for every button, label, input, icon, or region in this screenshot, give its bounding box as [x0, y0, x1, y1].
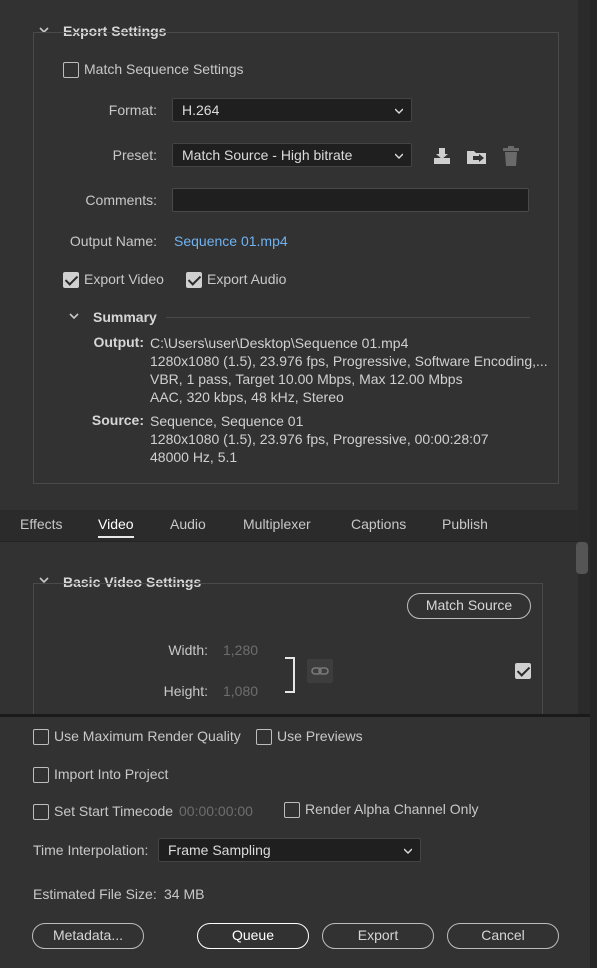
format-label: Format: — [108, 102, 157, 118]
estimated-file-size-label: Estimated File Size: — [33, 886, 157, 902]
summary-divider — [166, 317, 530, 318]
aspect-bracket-icon — [285, 657, 295, 693]
width-value[interactable]: 1,280 — [223, 642, 258, 658]
preset-select[interactable]: Match Source - High bitrate — [172, 143, 412, 167]
set-start-timecode-checkbox[interactable] — [33, 804, 49, 820]
time-interpolation-label: Time Interpolation: — [33, 842, 149, 858]
chevron-down-icon — [395, 153, 403, 159]
render-alpha-label: Render Alpha Channel Only — [305, 801, 479, 817]
max-render-quality-checkbox[interactable] — [33, 729, 49, 745]
import-preset-icon[interactable] — [465, 146, 489, 166]
timecode-field[interactable]: 00:00:00:00 — [179, 803, 253, 819]
summary-output-line: C:\Users\user\Desktop\Sequence 01.mp4 — [150, 335, 409, 351]
summary-output-line: VBR, 1 pass, Target 10.00 Mbps, Max 12.0… — [150, 371, 463, 387]
resize-checkbox[interactable] — [515, 663, 531, 679]
metadata-button[interactable]: Metadata... — [32, 923, 144, 949]
use-previews-checkbox[interactable] — [256, 729, 272, 745]
match-source-button[interactable]: Match Source — [407, 593, 531, 619]
tab-multiplexer[interactable]: Multiplexer — [243, 516, 311, 532]
width-label: Width: — [168, 642, 208, 658]
window-edge — [590, 0, 597, 968]
export-video-checkbox[interactable] — [63, 272, 79, 288]
chevron-down-icon — [404, 848, 412, 854]
max-render-quality-label: Use Maximum Render Quality — [54, 728, 241, 744]
scrollbar-track[interactable] — [578, 0, 590, 714]
height-value[interactable]: 1,080 — [223, 683, 258, 699]
video-settings-area: Basic Video Settings Match Source Width:… — [0, 543, 576, 723]
tab-audio[interactable]: Audio — [170, 516, 206, 532]
delete-preset-icon[interactable] — [501, 145, 521, 167]
tab-captions[interactable]: Captions — [351, 516, 406, 532]
output-name-label: Output Name: — [69, 233, 157, 249]
chevron-down-icon — [395, 108, 403, 114]
use-previews-label: Use Previews — [277, 728, 363, 744]
height-label: Height: — [163, 683, 208, 699]
summary-output-line: 1280x1080 (1.5), 23.976 fps, Progressive… — [150, 353, 548, 369]
format-value: H.264 — [182, 102, 220, 118]
tab-publish[interactable]: Publish — [442, 516, 488, 532]
summary-heading: Summary — [93, 309, 157, 325]
save-preset-icon[interactable] — [431, 146, 453, 166]
import-into-project-label: Import Into Project — [54, 766, 169, 782]
queue-button[interactable]: Queue — [197, 923, 309, 949]
bottom-controls: Use Maximum Render Quality Use Previews … — [0, 717, 590, 968]
summary-source-line: 1280x1080 (1.5), 23.976 fps, Progressive… — [150, 431, 489, 447]
tab-effects[interactable]: Effects — [20, 516, 63, 532]
tab-video[interactable]: Video — [98, 516, 134, 538]
summary-source-line: Sequence, Sequence 01 — [150, 413, 304, 429]
comments-field[interactable] — [172, 188, 529, 212]
export-audio-checkbox[interactable] — [186, 272, 202, 288]
estimated-file-size-value: 34 MB — [164, 886, 205, 902]
summary-output-line: AAC, 320 kbps, 48 kHz, Stereo — [150, 389, 344, 405]
export-audio-label: Export Audio — [207, 271, 287, 287]
constrain-proportions-button[interactable] — [307, 659, 333, 683]
format-select[interactable]: H.264 — [172, 98, 412, 122]
preset-value: Match Source - High bitrate — [182, 147, 353, 163]
settings-tabs: Effects Video Audio Multiplexer Captions… — [0, 510, 590, 542]
time-interpolation-select[interactable]: Frame Sampling — [158, 838, 421, 862]
summary-source-line: 48000 Hz, 5.1 — [150, 449, 238, 465]
export-video-label: Export Video — [84, 271, 164, 287]
output-name-link[interactable]: Sequence 01.mp4 — [174, 233, 288, 249]
comments-label: Comments: — [85, 192, 157, 208]
summary-output-label: Output: — [93, 334, 144, 350]
scrollbar-thumb[interactable] — [576, 542, 588, 574]
link-icon — [311, 667, 329, 675]
summary-source-label: Source: — [91, 412, 144, 428]
preset-label: Preset: — [112, 147, 157, 163]
export-settings-panel: Export Settings Match Sequence Settings … — [0, 0, 590, 510]
time-interpolation-value: Frame Sampling — [168, 842, 271, 858]
import-into-project-checkbox[interactable] — [33, 767, 49, 783]
match-sequence-label: Match Sequence Settings — [84, 61, 244, 77]
match-sequence-checkbox[interactable] — [63, 62, 79, 78]
collapse-summary-icon[interactable] — [68, 310, 82, 324]
cancel-button[interactable]: Cancel — [447, 923, 559, 949]
render-alpha-checkbox[interactable] — [284, 802, 300, 818]
set-start-timecode-label: Set Start Timecode — [54, 803, 174, 819]
export-button[interactable]: Export — [322, 923, 434, 949]
